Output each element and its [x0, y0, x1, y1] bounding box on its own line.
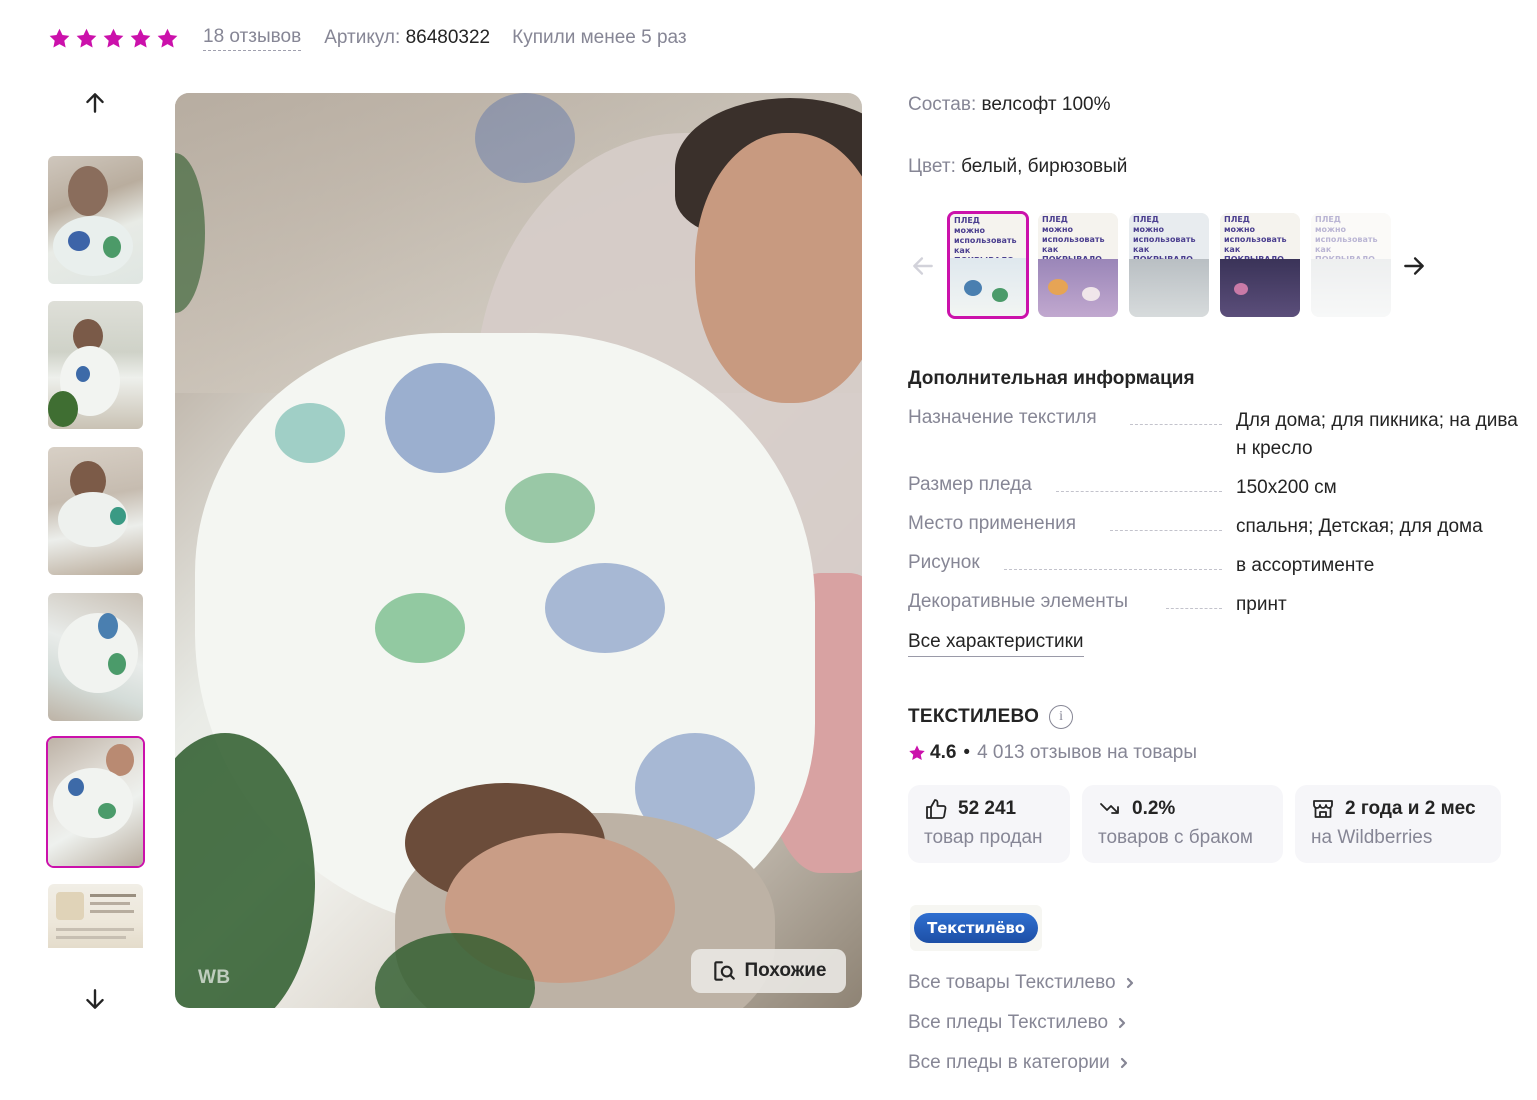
seller-reviews-count[interactable]: 4 013 отзывов на товары [977, 742, 1197, 764]
thumbnail-3[interactable] [48, 447, 143, 575]
arrow-right-icon [1404, 257, 1424, 275]
brand-logo-text: Текстилёво [914, 913, 1038, 943]
color-next-button[interactable] [1399, 251, 1429, 281]
category-blankets-link[interactable]: Все пледы в категории [908, 1052, 1130, 1074]
spec-name: Размер пледа [908, 474, 1046, 496]
seller-rating-value: 4.6 [930, 742, 957, 763]
thumbnails-down-button[interactable] [80, 984, 110, 1014]
seller-name[interactable]: ТЕКСТИЛЕВО [908, 706, 1039, 728]
all-specs-link[interactable]: Все характеристики [908, 631, 1084, 657]
star-icon [157, 28, 178, 48]
article-value[interactable]: 86480322 [406, 27, 491, 48]
stat-label: на Wildberries [1311, 827, 1433, 848]
arrow-down-icon [86, 989, 104, 1009]
color-label: Цвет: [908, 156, 956, 177]
arrow-up-icon [86, 93, 104, 113]
star-icon [909, 745, 925, 761]
article-label: Артикул: [324, 27, 401, 48]
stat-value: 52 241 [958, 798, 1017, 819]
color-line: Цвет: белый, бирюзовый [908, 156, 1127, 178]
color-variant-caption: ПЛЕД можно использовать как ПОКРЫВАЛО [1042, 215, 1105, 264]
color-variants: ПЛЕД можно использовать как ПОКРЫВАЛО ПЛ… [908, 205, 1448, 325]
composition-line: Состав: велсофт 100% [908, 94, 1110, 116]
color-variant-caption: ПЛЕД можно использовать как ПОКРЫВАЛО [1224, 215, 1287, 264]
stat-card-age: 2 года и 2 мес на Wildberries [1295, 785, 1501, 863]
spec-name: Декоративные элементы [908, 591, 1143, 613]
star-icon [76, 28, 97, 48]
color-value: белый, бирюзовый [961, 156, 1128, 177]
spec-row: Размер пледа 150х200 см [908, 474, 1528, 502]
seller-link-label: Все пледы в категории [908, 1052, 1110, 1073]
info-icon[interactable]: i [1049, 705, 1074, 729]
product-meta-bar: 18 отзывов Артикул: 86480322 Купили мене… [48, 22, 687, 54]
thumbnail-1[interactable] [48, 156, 143, 284]
stat-value: 0.2% [1132, 798, 1176, 819]
stat-card-defects: 0.2% товаров с браком [1082, 785, 1283, 863]
thumbnail-5-selected[interactable] [46, 736, 145, 868]
color-prev-button[interactable] [908, 251, 938, 281]
reviews-link[interactable]: 18 отзывов [203, 26, 302, 51]
similar-search-icon [713, 961, 735, 981]
chevron-right-icon [1120, 1057, 1127, 1069]
spec-name: Рисунок [908, 552, 994, 574]
arrow-left-icon [913, 257, 933, 275]
spec-value: спальня; Детская; для дома [1236, 516, 1483, 537]
additional-info-title: Дополнительная информация [908, 368, 1195, 389]
seller-link-label: Все пледы Текстилево [908, 1012, 1109, 1033]
purchase-count: Купили менее 5 раз [512, 27, 687, 48]
thumbnails-up-button[interactable] [80, 88, 110, 118]
all-seller-products-link[interactable]: Все товары Текстилево [908, 972, 1136, 994]
spec-row: Место применения спальня; Детская; для д… [908, 513, 1528, 541]
stat-label: товар продан [924, 827, 1043, 848]
separator-dot: • [963, 742, 971, 763]
color-variant-1[interactable]: ПЛЕД можно использовать как ПОКРЫВАЛО [947, 211, 1029, 319]
rating-stars [48, 27, 179, 50]
chevron-right-icon [1119, 1017, 1126, 1029]
star-icon [49, 28, 70, 48]
star-icon [130, 28, 151, 48]
stat-card-sold: 52 241 товар продан [908, 785, 1070, 863]
store-icon [1313, 800, 1333, 818]
stat-label: товаров с браком [1098, 827, 1253, 848]
color-variant-caption: ПЛЕД можно использовать как ПОКРЫВАЛО [1133, 215, 1196, 264]
color-variant-5[interactable]: ПЛЕД можно использовать как ПОКРЫВАЛО [1311, 213, 1391, 317]
color-variant-caption: ПЛЕД можно использовать как ПОКРЫВАЛО [1315, 215, 1378, 264]
thumbnail-6[interactable] [48, 884, 143, 948]
spec-value: принт [1236, 594, 1287, 615]
spec-row: Назначение текстиля Для дома; для пикник… [908, 407, 1528, 463]
thumbnail-2[interactable] [48, 301, 143, 429]
seller-name-row: ТЕКСТИЛЕВО i [908, 705, 1074, 729]
color-variant-2[interactable]: ПЛЕД можно использовать как ПОКРЫВАЛО [1038, 213, 1118, 317]
brand-logo[interactable]: Текстилёво [910, 905, 1042, 951]
spec-name: Назначение текстиля [908, 407, 1111, 429]
seller-link-label: Все товары Текстилево [908, 972, 1116, 993]
similar-button-label: Похожие [744, 960, 827, 981]
composition-value: велсофт 100% [981, 94, 1111, 115]
article-number: Артикул: 86480322 [324, 27, 490, 49]
star-icon [103, 28, 124, 48]
spec-value: 150х200 см [1236, 477, 1337, 498]
spec-row: Рисунок в ассортименте [908, 552, 1528, 580]
main-product-photo[interactable]: WB Похожие [175, 93, 862, 1008]
thumbs-up-icon [926, 799, 947, 819]
spec-name: Место применения [908, 513, 1090, 535]
chevron-right-icon [1126, 977, 1133, 989]
color-variant-3[interactable]: ПЛЕД можно использовать как ПОКРЫВАЛО [1129, 213, 1209, 317]
watermark: WB [198, 967, 231, 988]
stat-value: 2 года и 2 мес [1345, 798, 1476, 819]
spec-value: в ассортименте [1236, 555, 1375, 576]
trend-down-icon [1100, 803, 1119, 814]
color-variant-4[interactable]: ПЛЕД можно использовать как ПОКРЫВАЛО [1220, 213, 1300, 317]
similar-button[interactable]: Похожие [691, 949, 846, 993]
composition-label: Состав: [908, 94, 977, 115]
spec-value: Для дома; для пикника; на диван кресло [1236, 410, 1518, 459]
thumbnail-4[interactable] [48, 593, 143, 721]
seller-rating: 4.6 • 4 013 отзывов на товары [908, 742, 1197, 764]
spec-row: Декоративные элементы принт [908, 591, 1528, 619]
seller-blankets-link[interactable]: Все пледы Текстилево [908, 1012, 1128, 1034]
